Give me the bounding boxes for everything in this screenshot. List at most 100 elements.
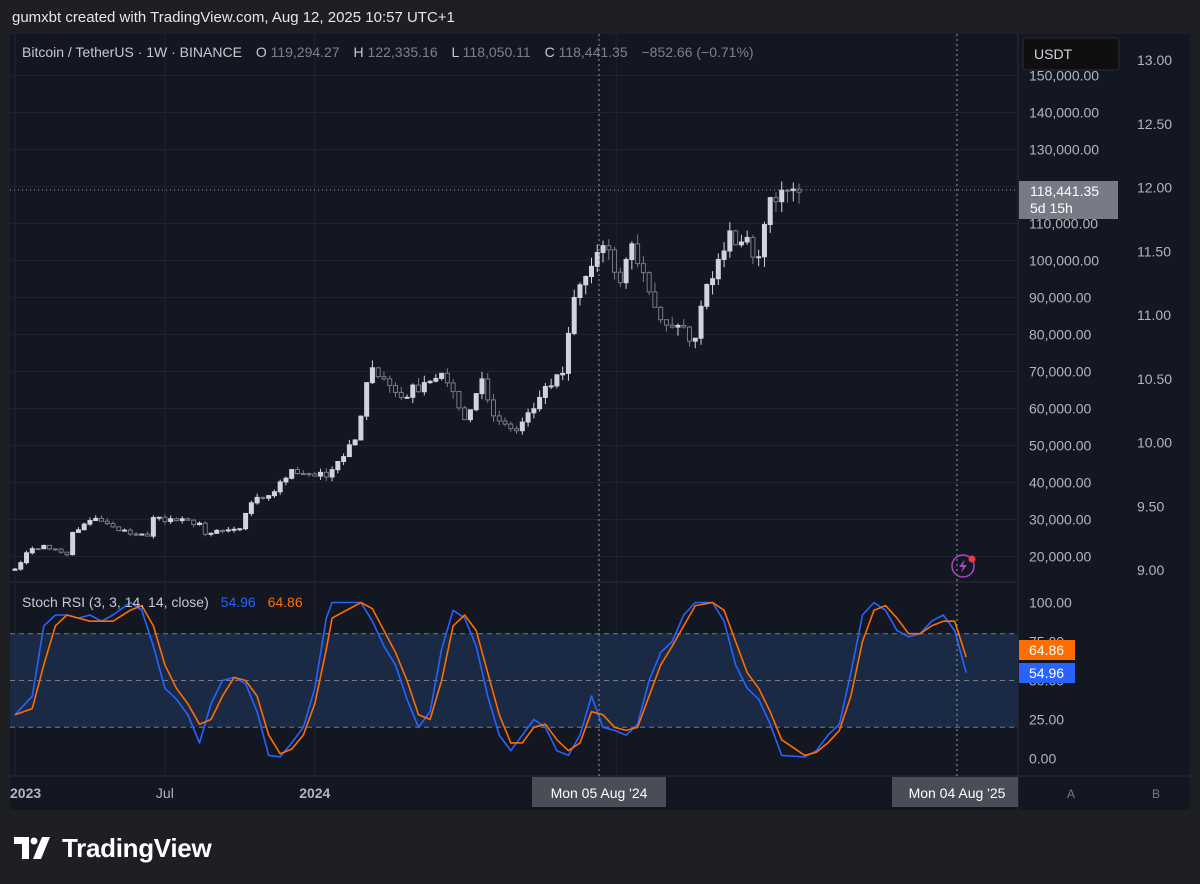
candle-body xyxy=(646,272,652,293)
scale-button-a[interactable]: A xyxy=(1067,787,1075,801)
candle-body xyxy=(427,380,433,384)
legend-l-value: 118,050.11 xyxy=(463,44,531,60)
candle-body xyxy=(70,531,76,556)
candle-body xyxy=(756,256,762,259)
candle-body xyxy=(98,517,104,522)
candle-body xyxy=(225,529,231,532)
candle-body xyxy=(692,337,698,342)
crosshair-time-text-2: Mon 04 Aug '25 xyxy=(909,785,1006,801)
candle-body xyxy=(658,306,664,321)
candle-body xyxy=(456,391,462,409)
log-tick-label: 12.50 xyxy=(1137,116,1172,132)
candle-body xyxy=(24,552,30,564)
candle-body xyxy=(640,263,646,274)
candle-body xyxy=(416,384,422,393)
candle-body xyxy=(214,529,220,534)
price-tick-label: 130,000.00 xyxy=(1029,142,1099,158)
crosshair-time-label-2: Mon 04 Aug '25 xyxy=(892,777,1018,807)
candle-body xyxy=(341,456,347,462)
candle-body xyxy=(663,319,669,326)
candle-body xyxy=(162,516,168,523)
candle-body xyxy=(312,473,318,477)
candle-body xyxy=(514,428,520,432)
log-tick-label: 9.00 xyxy=(1137,562,1164,578)
candle-body xyxy=(329,469,335,478)
candle-body xyxy=(375,367,381,378)
candle-body xyxy=(318,471,324,477)
svg-text:Stoch RSI (3, 3, 14, 14, close: Stoch RSI (3, 3, 14, 14, close) 54.96 64… xyxy=(22,594,303,610)
candle-body xyxy=(612,249,618,273)
price-tick-label: 70,000.00 xyxy=(1029,364,1091,380)
candle-body xyxy=(779,189,785,203)
candle-body xyxy=(675,324,681,328)
chart-frame[interactable]: Bitcoin / TetherUS · 1W · BINANCE O 119,… xyxy=(10,34,1190,810)
candle-body xyxy=(220,529,226,532)
candle-body xyxy=(710,278,716,286)
candle-body xyxy=(525,412,531,423)
price-tick-label: 20,000.00 xyxy=(1029,549,1091,565)
candle-body xyxy=(519,421,525,432)
candle-body xyxy=(796,188,802,193)
candle-body xyxy=(116,526,122,532)
svg-text:Bitcoin / TetherUS · 1W · BINA: Bitcoin / TetherUS · 1W · BINANCE O 119,… xyxy=(22,44,754,60)
currency-button[interactable]: USDT xyxy=(1022,37,1120,71)
candle-body xyxy=(289,469,295,479)
candle-body xyxy=(600,245,606,254)
candle-body xyxy=(542,386,548,398)
candle-body xyxy=(467,409,473,421)
legend-symbol: Bitcoin / TetherUS · 1W · BINANCE xyxy=(22,44,242,60)
candle-body xyxy=(462,407,468,421)
candle-body xyxy=(750,236,756,258)
legend-l-label: L xyxy=(452,44,460,60)
currency-button-label: USDT xyxy=(1034,46,1073,62)
price-tick-label: 140,000.00 xyxy=(1029,105,1099,121)
candle-body xyxy=(479,378,485,395)
candle-body xyxy=(58,548,64,553)
candle-body xyxy=(369,367,375,384)
footer-logo[interactable]: TradingView xyxy=(14,832,212,864)
candle-body xyxy=(669,324,675,328)
candle-body xyxy=(744,236,750,243)
candle-body xyxy=(266,495,272,499)
candle-body xyxy=(444,372,450,384)
price-pane[interactable] xyxy=(10,34,1018,582)
candle-body xyxy=(150,517,156,537)
candle-body xyxy=(41,544,47,550)
legend-h-value: 122,335.16 xyxy=(368,44,438,60)
candle-body xyxy=(283,477,289,483)
candle-body xyxy=(185,518,191,521)
candle-body xyxy=(64,551,70,556)
candle-body xyxy=(306,473,312,476)
legend-c-label: C xyxy=(545,44,555,60)
indicator-k-value: 54.96 xyxy=(221,594,256,610)
scale-button-b[interactable]: B xyxy=(1152,787,1160,801)
d-value-tag-label: 64.86 xyxy=(1029,642,1064,658)
candle-body xyxy=(387,378,393,386)
candle-body xyxy=(508,423,514,430)
candle-body xyxy=(623,258,629,284)
crosshair-time-text-1: Mon 05 Aug '24 xyxy=(551,785,648,801)
tradingview-logo-icon xyxy=(14,837,50,859)
candle-body xyxy=(410,384,416,398)
candle-body xyxy=(12,568,18,571)
candle-body xyxy=(196,522,202,526)
time-tick-label: 2023 xyxy=(10,785,41,801)
log-tick-label: 13.00 xyxy=(1137,52,1172,68)
k-value-tag: 54.96 xyxy=(1019,663,1075,683)
candle-body xyxy=(300,473,306,476)
candle-body xyxy=(738,241,744,246)
indicator-d-value: 64.86 xyxy=(268,594,303,610)
log-axis-right[interactable]: 9.00 9.50 10.00 10.50 11.00 11.50 12.00 12.50 13… xyxy=(1137,52,1172,578)
candle-body xyxy=(202,522,208,535)
candle-body xyxy=(421,382,427,393)
chart-svg[interactable]: Bitcoin / TetherUS · 1W · BINANCE O 119,… xyxy=(10,34,1190,810)
candle-body xyxy=(496,415,502,422)
candle-body xyxy=(554,374,560,387)
candle-body xyxy=(433,377,439,382)
price-axis-left[interactable]: 20,000.00 30,000.00 40,000.00 50,000.00 60,0… xyxy=(1029,68,1099,565)
candle-body xyxy=(81,523,87,531)
log-tick-label: 10.50 xyxy=(1137,371,1172,387)
candle-body xyxy=(260,496,266,499)
candle-body xyxy=(635,243,641,265)
candle-body xyxy=(565,332,571,374)
